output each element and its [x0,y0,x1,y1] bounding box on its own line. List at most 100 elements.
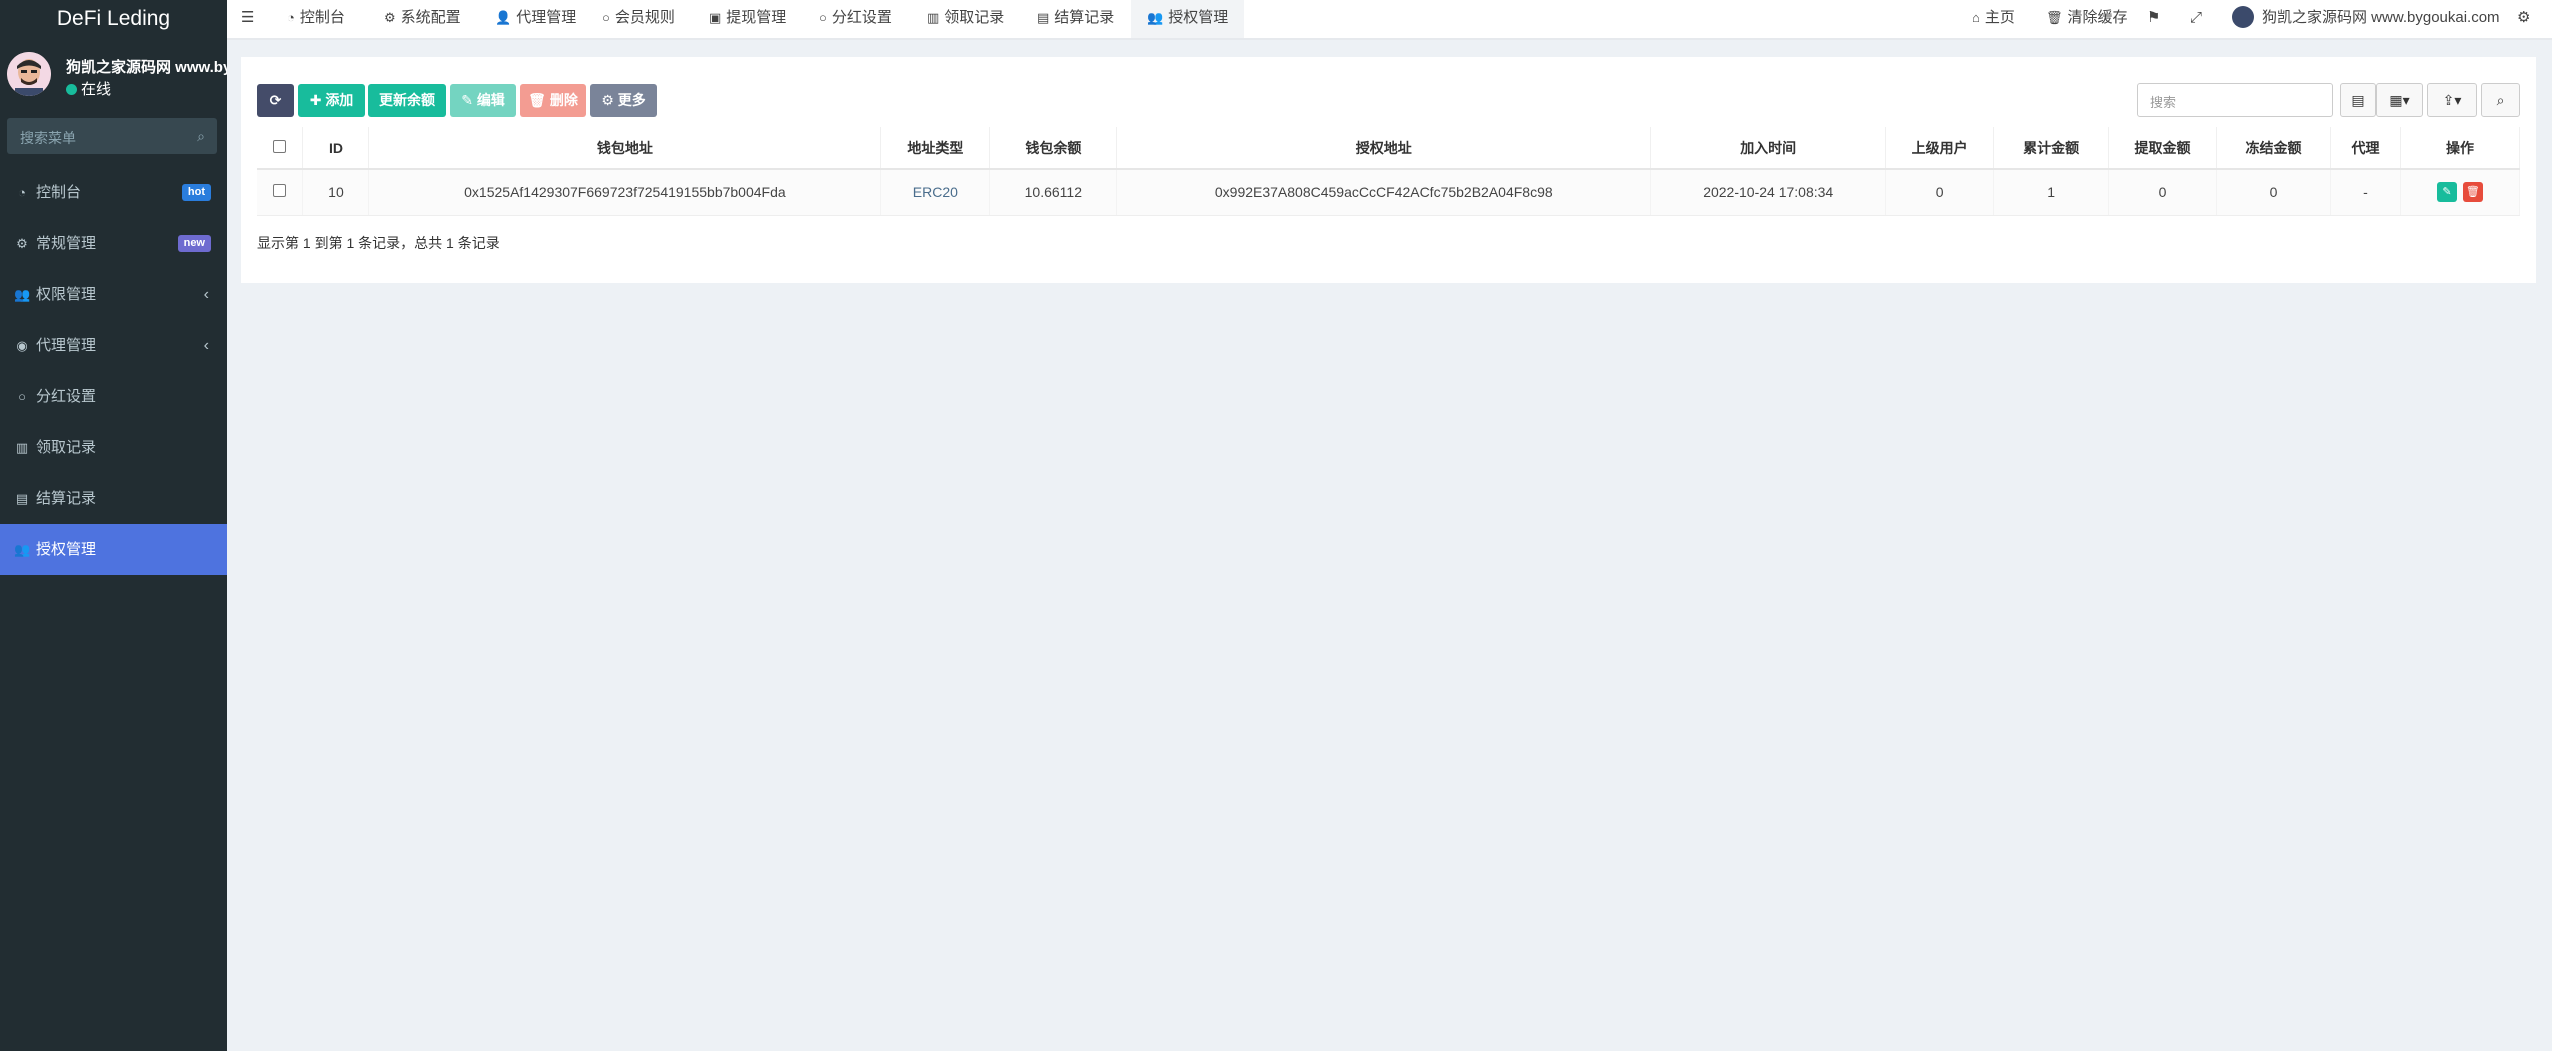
search-icon[interactable]: ⌕ [197,128,205,145]
col-frozen-amount[interactable]: 冻结金额 [2216,127,2331,170]
sidebar-search-input[interactable]: 搜索菜单 ⌕ [7,118,217,154]
sidebar-item-dashboard[interactable]: ◔ 控制台 hot [0,167,227,218]
bar-chart-icon: ▥ [15,440,29,455]
cell-frozen-amount: 0 [2216,169,2331,216]
circle-icon: ○ [602,10,610,25]
sidebar-item-general[interactable]: ⚙ 常规管理 new [0,218,227,269]
bar-chart-icon: ▥ [927,10,940,25]
list-view-icon: ▤ [2351,92,2365,108]
sidebar-item-auth-rules[interactable]: 👥 权限管理 ‹ [0,269,227,320]
tab-claim-records[interactable]: ▥ 领取记录 [927,0,1004,38]
col-agent[interactable]: 代理 [2330,127,2401,170]
cell-operations: ✎ 🗑 [2400,169,2521,216]
app-brand[interactable]: DeFi Leding [0,0,227,40]
new-badge: new [177,235,211,252]
sidebar-item-settlement[interactable]: ▤ 结算记录 [0,473,227,524]
sidebar-item-authorization[interactable]: 👥 授权管理 [0,524,227,575]
top-navbar: ☰ ◔ 控制台 ⚙ 系统配置 👤 代理管理 ○ 会员规则 ▣ 提现管理 ○ 分红设置 ▥ 领取… [227,0,2552,40]
col-auth-address[interactable]: 授权地址 [1116,127,1652,170]
col-total-amount[interactable]: 累计金额 [1993,127,2110,170]
chevron-left-icon: ‹ [203,337,209,354]
cell-agent: - [2330,169,2401,216]
grid-icon: ▦▾ [2389,92,2410,108]
col-join-time[interactable]: 加入时间 [1650,127,1887,170]
col-id[interactable]: ID [302,127,370,170]
hot-badge: hot [181,184,211,201]
search-icon: ⌕ [2496,92,2505,108]
cell-wallet-balance: 10.66112 [989,169,1118,216]
tab-agent-management[interactable]: 👤 代理管理 [495,0,576,38]
cell-withdrawn-amount: 0 [2108,169,2218,216]
language-icon[interactable]: ⚑ [2147,0,2160,38]
user-menu[interactable]: 狗凯之家源码网 www.bygoukai.com [2232,0,2500,38]
image-icon: ▣ [709,10,722,25]
search-button[interactable]: ⌕ [2481,83,2520,117]
cog-icon: ⚙ [384,10,396,25]
menu-toggle-icon[interactable]: ☰ [241,0,254,38]
sidebar-search-placeholder: 搜索菜单 [20,130,76,146]
select-all-cell [257,127,304,170]
cell-auth-address: 0x992E37A808C459acCcCF42ACfc75b2B2A04F8c… [1116,169,1652,216]
delete-button[interactable]: 🗑 删除 [520,84,586,117]
col-parent-user[interactable]: 上级用户 [1885,127,1995,170]
trash-icon: 🗑 [2046,10,2063,25]
tab-authorization-management[interactable]: 👥 授权管理 [1131,0,1245,38]
columns-dropdown[interactable]: ▦▾ [2376,83,2423,117]
table-header-row: ID 钱包地址 地址类型 钱包余额 授权地址 加入时间 上级用户 累计金额 提取… [257,127,2521,170]
cell-join-time: 2022-10-24 17:08:34 [1650,169,1887,216]
export-dropdown[interactable]: ⇪▾ [2427,83,2477,117]
users-icon: 👥 [1147,10,1164,25]
table-search-input[interactable]: 搜索 [2137,83,2333,117]
row-select-cell [257,169,304,216]
sidebar-item-dividend[interactable]: ○ 分红设置 [0,371,227,422]
fullscreen-icon[interactable]: ⤢ [2190,0,2202,38]
update-balance-button[interactable]: 更新余额 [368,84,446,117]
dashboard-icon: ◔ [18,185,26,200]
avatar [2232,6,2254,28]
cogs-icon: ⚙ [16,236,28,251]
tab-member-rules[interactable]: ○ 会员规则 [602,0,675,38]
table-row[interactable]: 10 0x1525Af1429307F669723f725419155bb7b0… [257,169,2521,216]
address-type-link[interactable]: ERC20 [913,184,958,200]
circle-icon: ○ [819,10,827,25]
dashboard-icon: ◔ [287,10,295,25]
trash-icon: 🗑 [2465,186,2480,199]
col-address-type[interactable]: 地址类型 [880,127,991,170]
tab-system-config[interactable]: ⚙ 系统配置 [384,0,461,38]
cell-parent-user: 0 [1885,169,1995,216]
home-link[interactable]: ⌂ 主页 [1972,0,2015,38]
tab-withdraw-management[interactable]: ▣ 提现管理 [709,0,786,38]
tab-settlement-records[interactable]: ▤ 结算记录 [1037,0,1114,38]
row-checkbox[interactable] [273,184,287,198]
settings-icon[interactable]: ⚙ [2517,0,2530,38]
user-circle-icon: ◉ [16,338,28,353]
cell-id: 10 [302,169,370,216]
sidebar-item-agent[interactable]: ◉ 代理管理 ‹ [0,320,227,371]
add-button[interactable]: ✚ 添加 [298,84,365,117]
trash-icon: 🗑 [528,92,550,108]
col-withdrawn-amount[interactable]: 提取金额 [2108,127,2218,170]
cell-wallet-address: 0x1525Af1429307F669723f725419155bb7b004F… [368,169,882,216]
sidebar: DeFi Leding 狗凯之家源码网 www.bygoukai.com 在线 … [0,0,227,1051]
cell-total-amount: 1 [1993,169,2110,216]
sidebar-item-claim-records[interactable]: ▥ 领取记录 [0,422,227,473]
edit-button[interactable]: ✎ 编辑 [450,84,516,117]
row-edit-button[interactable]: ✎ [2437,182,2458,203]
col-operations: 操作 [2400,127,2521,170]
list-alt-icon: ▤ [1037,10,1050,25]
clear-cache-button[interactable]: 🗑 清除缓存 [2046,0,2128,38]
col-wallet-address[interactable]: 钱包地址 [368,127,882,170]
refresh-button[interactable]: ⟳ [257,84,294,117]
user-status: 在线 [66,78,111,99]
select-all-checkbox[interactable] [273,139,287,153]
tab-dashboard[interactable]: ◔ 控制台 [287,0,345,38]
cog-icon: ⚙ [601,92,618,108]
more-button[interactable]: ⚙ 更多 [590,84,657,117]
users-icon: 👥 [14,287,31,302]
plus-icon: ✚ [309,92,326,108]
col-wallet-balance[interactable]: 钱包余额 [989,127,1118,170]
toggle-view-button[interactable]: ▤ [2340,83,2376,117]
row-delete-button[interactable]: 🗑 [2462,182,2483,203]
tab-dividend-settings[interactable]: ○ 分红设置 [819,0,892,38]
chevron-left-icon: ‹ [203,286,209,303]
